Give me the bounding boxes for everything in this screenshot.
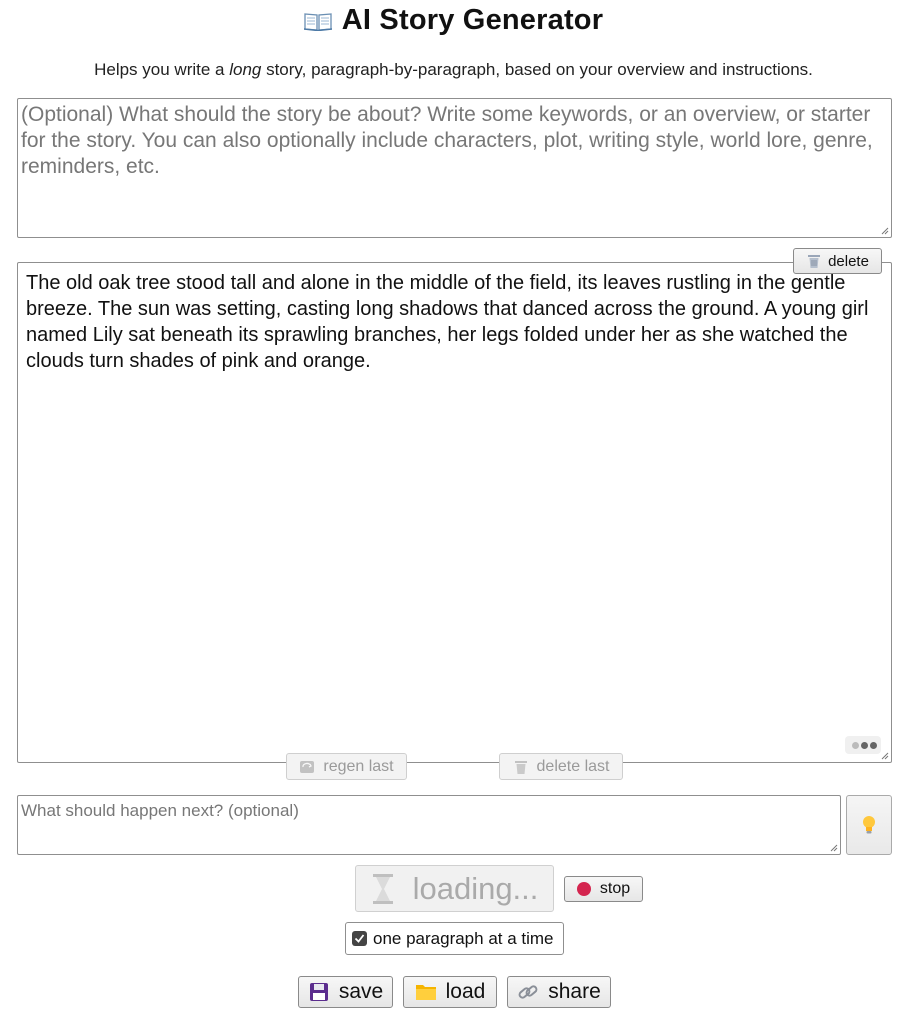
stop-dot-icon: [576, 882, 591, 896]
hourglass-icon: [372, 873, 393, 904]
open-book-icon: [303, 13, 332, 31]
checkbox-checked-icon[interactable]: [352, 931, 367, 946]
next-instruction-input[interactable]: What should happen next? (optional): [17, 795, 841, 855]
subtitle: Helps you write a long story, paragraph-…: [0, 60, 907, 80]
regen-last-button[interactable]: regen last: [286, 753, 407, 780]
app-root: AI Story Generator Helps you write a lon…: [0, 0, 907, 1016]
idea-button[interactable]: [846, 795, 892, 855]
next-placeholder: What should happen next? (optional): [21, 801, 299, 820]
loading-button[interactable]: loading...: [355, 865, 554, 912]
subtitle-emphasis: long: [229, 60, 262, 79]
page-title: AI Story Generator: [0, 4, 907, 37]
one-paragraph-toggle[interactable]: one paragraph at a time: [345, 922, 564, 955]
save-label: save: [338, 980, 384, 1003]
subtitle-after: story, paragraph-by-paragraph, based on …: [261, 60, 813, 79]
link-icon: [518, 985, 538, 999]
resize-grip-icon[interactable]: [879, 225, 889, 235]
resize-grip-icon[interactable]: [879, 750, 889, 760]
trash-icon: [514, 760, 527, 774]
folder-icon: [415, 985, 436, 1000]
regenerate-icon: [300, 760, 315, 773]
stop-label: stop: [599, 880, 631, 897]
stop-button[interactable]: stop: [564, 876, 643, 902]
delete-label: delete: [828, 252, 869, 270]
loading-label: loading...: [412, 870, 539, 906]
resize-grip-icon[interactable]: [828, 842, 838, 852]
regen-last-label: regen last: [323, 757, 394, 775]
trash-icon: [808, 255, 821, 268]
title-text: AI Story Generator: [341, 4, 604, 36]
share-label: share: [548, 980, 601, 1003]
overview-placeholder: (Optional) What should the story be abou…: [21, 103, 873, 178]
story-text: The old oak tree stood tall and alone in…: [26, 272, 869, 372]
delete-story-button[interactable]: delete: [793, 248, 882, 274]
load-button[interactable]: load: [403, 976, 497, 1008]
subtitle-before: Helps you write a: [94, 60, 230, 79]
overview-input[interactable]: (Optional) What should the story be abou…: [17, 98, 892, 238]
lightbulb-icon: [863, 816, 875, 834]
delete-last-label: delete last: [536, 757, 610, 775]
more-options-icon[interactable]: [845, 736, 881, 754]
share-button[interactable]: share: [507, 976, 611, 1008]
floppy-disk-icon: [309, 983, 328, 1001]
story-textarea[interactable]: The old oak tree stood tall and alone in…: [17, 262, 892, 763]
delete-last-button[interactable]: delete last: [499, 753, 623, 780]
load-label: load: [445, 980, 486, 1003]
one-paragraph-label: one paragraph at a time: [373, 928, 554, 948]
save-button[interactable]: save: [298, 976, 393, 1008]
